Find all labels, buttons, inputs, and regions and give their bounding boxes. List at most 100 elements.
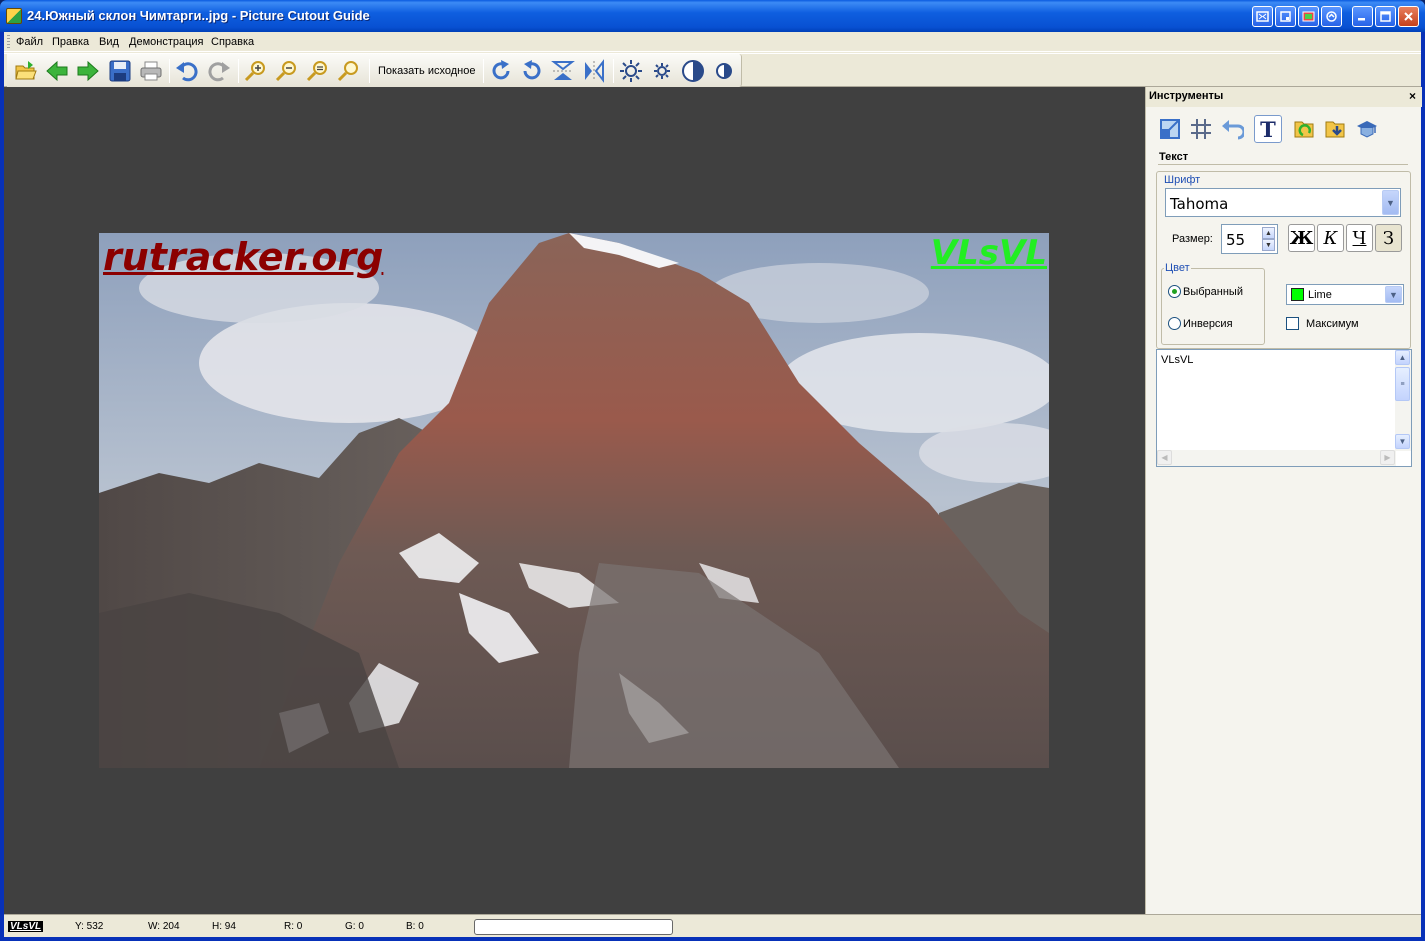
menu-grip [7,35,10,49]
font-group-label: Шрифт [1163,174,1202,186]
text-input-value: VLsVL [1161,354,1194,366]
maximum-label: Максимум [1306,318,1359,330]
underline-button[interactable]: Ч [1346,224,1373,252]
title-bar[interactable]: 24.Южный склон Чимтарги..jpg - Picture C… [0,0,1425,32]
font-select[interactable]: Tahoma ▼ [1165,188,1401,217]
status-logo: VLsVL [8,921,44,932]
print-icon[interactable] [139,59,163,83]
scroll-right-icon[interactable]: ▶ [1380,450,1395,465]
rotate-cw-icon[interactable] [489,59,513,83]
menu-file[interactable]: Файл [16,36,43,48]
mountain-image [99,233,1049,768]
window-title: 24.Южный склон Чимтарги..jpg - Picture C… [27,8,370,23]
grid-tool-icon[interactable] [1187,115,1215,143]
watermark-rutracker: rutracker.org [103,235,384,279]
zoom-actual-icon[interactable] [337,59,361,83]
zoom-fit-icon[interactable] [306,59,330,83]
vertical-scrollbar[interactable]: ▲ ≡ ▼ [1395,350,1411,451]
tray-icon[interactable] [1275,6,1296,27]
horizontal-scrollbar[interactable]: ◀ ▶ [1157,450,1396,466]
toolbar-separator [369,59,370,83]
zoom-in-icon[interactable] [244,59,268,83]
menu-help[interactable]: Справка [211,36,254,48]
scroll-left-icon[interactable]: ◀ [1157,450,1172,465]
rollup-icon[interactable] [1321,6,1342,27]
text-tool-icon[interactable]: T [1254,115,1282,143]
zoom-out-icon[interactable] [275,59,299,83]
chevron-down-icon[interactable]: ▼ [1385,286,1402,303]
svg-text:T: T [1260,117,1276,141]
undo-tool-icon[interactable] [1218,115,1246,143]
status-g: G: 0 [345,921,364,932]
close-button[interactable] [1398,6,1419,27]
text-section-title: Текст [1159,151,1189,163]
back-icon[interactable] [45,59,69,83]
scroll-thumb[interactable]: ≡ [1395,367,1410,401]
color-group-label: Цвет [1164,262,1191,274]
color-group [1161,268,1265,345]
redo-icon[interactable] [207,59,231,83]
status-bar: VLsVL Y: 532 W: 204 H: 94 R: 0 G: 0 B: 0 [4,914,1421,937]
scroll-down-icon[interactable]: ▼ [1395,434,1410,449]
panel-title: Инструменты [1149,90,1224,102]
contrast-down-icon[interactable] [712,59,736,83]
status-r: R: 0 [284,921,303,932]
scroll-up-icon[interactable]: ▲ [1395,350,1410,365]
open-icon[interactable] [14,59,38,83]
toolbar-separator [169,59,170,83]
size-value: 55 [1226,231,1246,249]
save-icon[interactable] [108,59,132,83]
flip-horizontal-icon[interactable] [582,59,606,83]
status-h: H: 94 [212,921,236,932]
minimize-button[interactable] [1352,6,1373,27]
status-y: Y: 532 [75,921,104,932]
load-tool-icon[interactable] [1291,115,1319,143]
toolbar-strip: Показать исходное [7,54,742,87]
tutorial-tool-icon[interactable] [1353,115,1381,143]
import-tool-icon[interactable] [1322,115,1350,143]
status-b: B: 0 [406,921,424,932]
italic-button[interactable]: К [1317,224,1344,252]
radio-selected-color[interactable] [1168,285,1181,298]
toolbar: Показать исходное [4,53,1421,87]
color-select[interactable]: Lime ▼ [1286,284,1404,305]
toolbar-separator [613,59,614,83]
menu-demo[interactable]: Демонстрация [129,36,204,48]
size-label: Размер: [1172,233,1213,245]
undo-icon[interactable] [175,59,199,83]
watermark-vlsvl[interactable]: VLsVL [931,233,1047,273]
brightness-down-icon[interactable] [650,59,674,83]
menu-edit[interactable]: Правка [52,36,89,48]
flip-vertical-icon[interactable] [551,59,575,83]
text-input-area[interactable]: VLsVL ▲ ≡ ▼ ◀ ▶ [1156,349,1412,467]
tools-panel: Инструменты × T Текст Шрифт Tahoma ▼ Раз… [1145,87,1422,914]
color-select-value: Lime [1308,289,1332,301]
brightness-up-icon[interactable] [619,59,643,83]
size-stepper[interactable]: 55 ▲ ▼ [1221,224,1278,254]
rotate-ccw-icon[interactable] [520,59,544,83]
maximum-checkbox[interactable] [1286,317,1299,330]
image-canvas[interactable]: rutracker.org VLsVL [4,87,1145,914]
spin-down-icon[interactable]: ▼ [1262,239,1275,251]
status-w: W: 204 [148,921,180,932]
section-divider [1158,164,1408,165]
menu-view[interactable]: Вид [99,36,119,48]
color-swatch [1291,288,1304,301]
theme-icon[interactable] [1298,6,1319,27]
app-icon[interactable] [6,8,22,24]
toolbar-separator [483,59,484,83]
spin-up-icon[interactable]: ▲ [1262,227,1275,239]
bold-button[interactable]: Ж [1288,224,1315,252]
chevron-down-icon[interactable]: ▼ [1382,190,1399,215]
radio-inverse-color[interactable] [1168,317,1181,330]
crop-tool-icon[interactable] [1156,115,1184,143]
contrast-up-icon[interactable] [681,59,705,83]
show-original-button[interactable]: Показать исходное [378,65,475,77]
forward-icon[interactable] [76,59,100,83]
strikethrough-button[interactable]: З [1375,224,1402,252]
panel-close-button[interactable]: × [1409,89,1416,103]
maximize-button[interactable] [1375,6,1396,27]
pin-icon[interactable] [1252,6,1273,27]
mountain-photo[interactable]: rutracker.org VLsVL [99,233,1049,768]
menu-bar: Файл Правка Вид Демонстрация Справка [4,32,1421,52]
